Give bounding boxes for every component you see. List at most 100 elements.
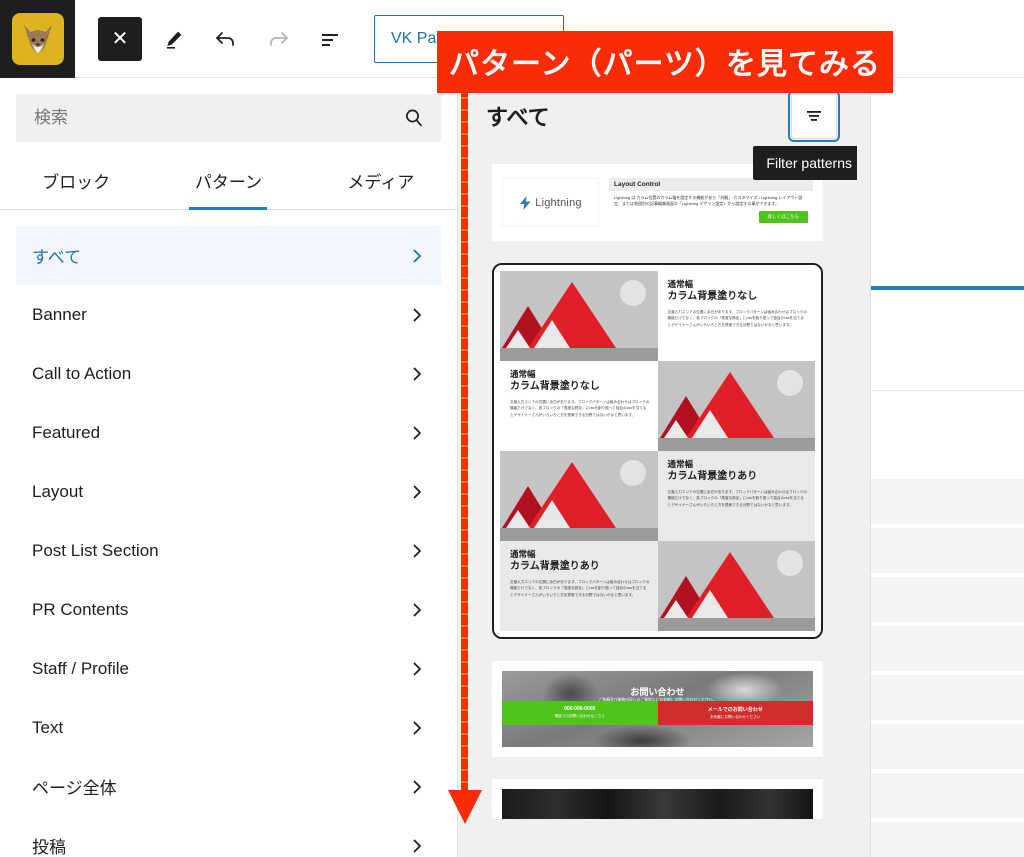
canvas-placeholder-block[interactable] <box>871 527 1024 574</box>
canvas-placeholder-block[interactable] <box>871 821 1024 857</box>
filter-patterns-button[interactable] <box>788 90 840 142</box>
canvas-placeholder-block[interactable] <box>871 674 1024 721</box>
chevron-right-icon <box>409 248 425 264</box>
canvas-placeholder-block[interactable] <box>871 478 1024 525</box>
category-item-post-list-section[interactable]: Post List Section <box>16 521 441 580</box>
list-view-icon[interactable] <box>310 19 350 59</box>
category-item-banner[interactable]: Banner <box>16 285 441 344</box>
category-label: Banner <box>32 304 87 324</box>
category-item-text[interactable]: Text <box>16 698 441 757</box>
category-label: Text <box>32 717 64 737</box>
chevron-right-icon <box>409 602 425 618</box>
row-body: 文章入力エリアの位置に余白があります。ブロックパターンは組み合わせはブロックの機… <box>667 309 807 327</box>
lightning-logo: Lightning <box>502 178 599 227</box>
site-logo-block[interactable] <box>0 0 75 78</box>
pattern-category-title: すべて <box>486 105 550 130</box>
row-line2: カラム背景塗りなし <box>667 291 758 303</box>
pattern-preview-panel: すべて Filter patterns Lightning Layout Con… <box>458 78 857 857</box>
category-label: Post List Section <box>32 540 159 560</box>
contact-mail-caption: お気軽にお問い合わせください <box>710 715 761 719</box>
contact-title: お問い合わせ <box>630 687 685 697</box>
row-line2: カラム背景塗りあり <box>510 561 600 573</box>
category-item-all[interactable]: すべて <box>16 226 441 285</box>
search-input[interactable] <box>16 108 403 128</box>
category-label: 投稿 <box>32 838 66 857</box>
row-line1: 通常幅 <box>667 279 694 289</box>
chevron-right-icon <box>409 543 425 559</box>
category-label: Staff / Profile <box>32 658 130 678</box>
block-inserter-panel: ブロック パターン メディア すべて Banner Call to Action… <box>0 78 458 857</box>
category-item-posts[interactable]: 投稿 <box>16 816 441 857</box>
edit-pencil-icon[interactable] <box>154 19 194 59</box>
chevron-right-icon <box>409 484 425 500</box>
redo-icon[interactable] <box>258 19 298 59</box>
pattern-row: 通常幅 カラム背景塗りあり 文章入力エリアの位置に余白があります。ブロックパター… <box>500 541 815 631</box>
pattern-card-list: Lightning Layout Control Lightning は カラム… <box>458 154 857 819</box>
pattern-row: 通常幅 カラム背景塗りあり 文章入力エリアの位置に余白があります。ブロックパター… <box>500 451 815 541</box>
category-label: Featured <box>32 422 101 442</box>
pattern-category-list: すべて Banner Call to Action Featured Layou… <box>0 210 457 857</box>
search-icon <box>403 107 441 129</box>
editor-canvas <box>857 78 1024 857</box>
category-label: PR Contents <box>32 599 129 619</box>
pattern-row-text: 通常幅 カラム背景塗りなし 文章入力エリアの位置に余白があります。ブロックパター… <box>657 271 815 361</box>
category-label: Layout <box>32 481 84 501</box>
category-item-layout[interactable]: Layout <box>16 462 441 521</box>
tab-media[interactable]: メディア <box>305 154 457 209</box>
row-body: 文章入力エリアの位置に余白があります。ブロックパターンは組み合わせはブロックの機… <box>510 579 650 597</box>
canvas-placeholder-block[interactable] <box>871 625 1024 672</box>
category-item-pr-contents[interactable]: PR Contents <box>16 580 441 639</box>
annotation-label: パターン（パーツ）を見てみる <box>437 31 893 93</box>
block-insertion-indicator <box>871 286 1024 290</box>
annotation-down-arrow-icon <box>444 788 486 824</box>
pattern-row: 通常幅 カラム背景塗りなし 文章入力エリアの位置に余白があります。ブロックパター… <box>500 361 815 451</box>
category-item-call-to-action[interactable]: Call to Action <box>16 344 441 403</box>
tab-patterns[interactable]: パターン <box>152 154 304 209</box>
row-line1: 通常幅 <box>510 549 536 559</box>
pattern-row-text: 通常幅 カラム背景塗りあり 文章入力エリアの位置に余白があります。ブロックパター… <box>657 451 815 541</box>
filter-patterns-tooltip: Filter patterns <box>753 146 857 180</box>
category-item-featured[interactable]: Featured <box>16 403 441 462</box>
chevron-right-icon <box>409 307 425 323</box>
canvas-divider <box>871 390 1024 391</box>
chevron-right-icon <box>409 779 425 795</box>
category-label: すべて <box>32 248 82 267</box>
tab-blocks[interactable]: ブロック <box>0 154 152 209</box>
editor-root: ✕ VK Pat 検索 ブロック パターン メディア すべて Banner Ca… <box>0 0 1024 857</box>
annotation-vertical-line <box>461 80 468 802</box>
canvas-placeholder-block[interactable] <box>871 772 1024 819</box>
contact-phone-button: 000-000-0000 電話でのお問い合わせはこちら <box>502 701 658 725</box>
row-body: 文章入力エリアの位置に余白があります。ブロックパターンは組み合わせはブロックの機… <box>667 489 807 507</box>
contact-phone-number: 000-000-0000 <box>564 706 596 712</box>
canvas-placeholder-block[interactable] <box>871 723 1024 770</box>
pattern-card-dark-image[interactable] <box>492 779 823 819</box>
row-line2: カラム背景塗りあり <box>667 471 758 483</box>
search-container <box>0 78 457 154</box>
layout-control-button: 詳しくはこちら <box>758 210 808 223</box>
contact-phone-caption: 電話でのお問い合わせはこちら <box>554 714 605 718</box>
chevron-right-icon <box>409 838 425 854</box>
lightning-logo-text: Lightning <box>535 196 582 209</box>
contact-mail-button: メールでのお問い合わせ お気軽にお問い合わせください <box>657 701 813 725</box>
category-item-full-page[interactable]: ページ全体 <box>16 757 441 816</box>
pattern-row-text: 通常幅 カラム背景塗りあり 文章入力エリアの位置に余白があります。ブロックパター… <box>500 541 658 631</box>
pattern-card-columns[interactable]: 通常幅 カラム背景塗りなし 文章入力エリアの位置に余白があります。ブロックパター… <box>492 263 823 639</box>
canvas-placeholder-block[interactable] <box>871 576 1024 623</box>
row-line1: 通常幅 <box>510 369 536 379</box>
chevron-right-icon <box>409 425 425 441</box>
search-field[interactable] <box>16 94 441 142</box>
category-item-staff-profile[interactable]: Staff / Profile <box>16 639 441 698</box>
category-label: ページ全体 <box>32 779 117 798</box>
fox-avatar-icon <box>11 12 64 65</box>
pattern-card-contact[interactable]: お問い合わせ ご依頼及び業務内容へのご質問などお気軽にお問い合わせください。 0… <box>492 661 823 757</box>
pattern-row-text: 通常幅 カラム背景塗りなし 文章入力エリアの位置に余白があります。ブロックパター… <box>500 361 658 451</box>
row-body: 文章入力エリアの位置に余白があります。ブロックパターンは組み合わせはブロックの機… <box>510 399 650 417</box>
layout-control-body: Lightning は カラム位置のカラム幅を設定する機能があり「外観」›カスタ… <box>614 195 803 207</box>
mountain-image <box>500 271 658 361</box>
chevron-right-icon <box>409 366 425 382</box>
undo-icon[interactable] <box>206 19 246 59</box>
chevron-right-icon <box>409 720 425 736</box>
close-inserter-button[interactable]: ✕ <box>98 16 142 61</box>
contact-mail-label: メールでのお問い合わせ <box>707 707 763 713</box>
canvas-sheet <box>870 78 1024 857</box>
